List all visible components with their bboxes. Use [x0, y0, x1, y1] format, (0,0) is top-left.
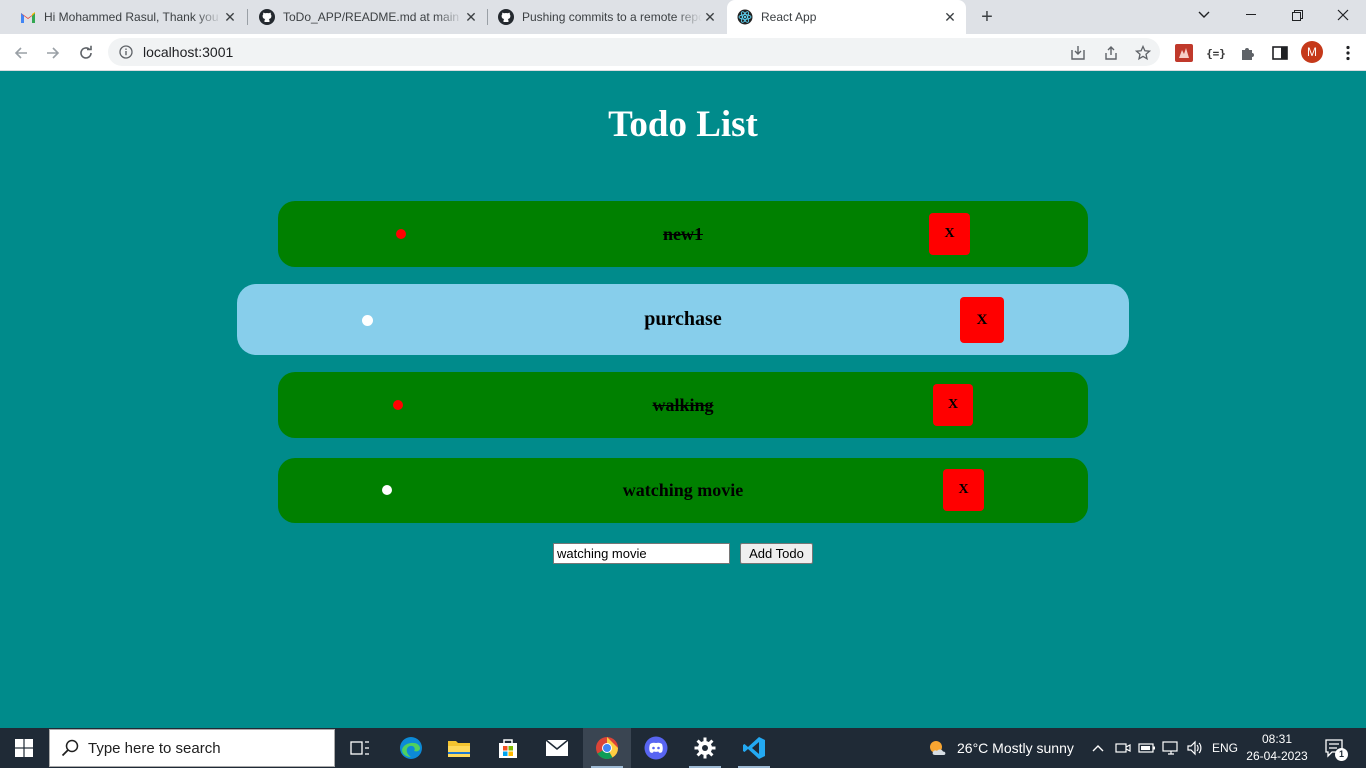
tab-github-readme[interactable]: ToDo_APP/README.md at main · ✕ [239, 0, 487, 34]
new-todo-input[interactable] [553, 543, 730, 564]
new-tab-button[interactable]: + [976, 7, 998, 27]
tab-title: Hi Mohammed Rasul, Thank you for [44, 10, 222, 24]
file-explorer-icon[interactable] [435, 728, 483, 768]
weather-text[interactable]: 26°C Mostly sunny [957, 740, 1074, 756]
gmail-icon [20, 9, 36, 25]
bookmark-star-icon[interactable] [1134, 44, 1152, 62]
chrome-icon[interactable] [583, 728, 631, 768]
delete-todo-button[interactable]: X [960, 297, 1004, 343]
notification-count-badge: 1 [1335, 748, 1348, 761]
meet-now-icon[interactable] [1113, 738, 1133, 758]
extension-flame-icon[interactable] [1174, 43, 1194, 63]
tab-gmail[interactable]: Hi Mohammed Rasul, Thank you for ✕ [0, 0, 246, 34]
tab-close-icon[interactable]: ✕ [702, 9, 718, 25]
tab-react-app[interactable]: React App ✕ [727, 0, 966, 34]
task-view-icon[interactable] [336, 728, 384, 768]
site-info-icon[interactable] [119, 45, 133, 59]
network-icon[interactable] [1161, 738, 1181, 758]
browser-tab-strip: Hi Mohammed Rasul, Thank you for ✕ ToDo_… [0, 0, 1366, 34]
notifications-icon[interactable]: 1 [1322, 738, 1348, 761]
todo-item[interactable]: walking X [278, 372, 1088, 438]
add-todo-form: Add Todo [553, 543, 813, 564]
add-todo-button[interactable]: Add Todo [740, 543, 813, 564]
back-arrow-icon[interactable] [8, 40, 34, 66]
delete-todo-button[interactable]: X [929, 213, 970, 255]
chrome-menu-icon[interactable] [1338, 43, 1358, 63]
weather-partly-sunny-icon[interactable] [927, 738, 949, 758]
tab-title: ToDo_APP/README.md at main · [283, 10, 463, 24]
json-viewer-extension-icon[interactable]: {=} [1206, 43, 1226, 63]
github-icon [498, 9, 514, 25]
search-icon [61, 739, 79, 757]
tab-close-icon[interactable]: ✕ [942, 9, 958, 25]
volume-icon[interactable] [1185, 738, 1205, 758]
url-text: localhost:3001 [143, 44, 234, 60]
share-icon[interactable] [1102, 44, 1120, 62]
windows-taskbar: Type here to search 26°C Mostly sunny EN… [0, 728, 1366, 768]
forward-arrow-icon[interactable] [40, 40, 66, 66]
microsoft-store-icon[interactable] [484, 728, 532, 768]
reload-icon[interactable] [73, 40, 99, 66]
taskbar-search-box[interactable]: Type here to search [49, 729, 335, 767]
github-icon [259, 9, 275, 25]
address-bar[interactable]: localhost:3001 [108, 38, 1160, 66]
todo-item[interactable]: watching movie X [278, 458, 1088, 523]
todo-item[interactable]: purchase X [237, 284, 1129, 355]
tab-search-chevron-icon[interactable] [1181, 0, 1227, 30]
discord-icon[interactable] [632, 728, 680, 768]
show-hidden-icons-chevron-icon[interactable] [1088, 738, 1108, 758]
window-close-icon[interactable] [1320, 0, 1366, 30]
tab-close-icon[interactable]: ✕ [222, 9, 238, 25]
search-placeholder: Type here to search [88, 739, 221, 757]
input-language[interactable]: ENG [1212, 741, 1238, 755]
delete-todo-button[interactable]: X [933, 384, 973, 426]
clock-time: 08:31 [1261, 732, 1293, 746]
tab-title: React App [761, 10, 817, 24]
settings-gear-icon[interactable] [681, 728, 729, 768]
todo-app-page: Todo List new1 X purchase X walking X wa… [0, 71, 1366, 728]
profile-avatar[interactable]: M [1301, 41, 1323, 63]
todo-item[interactable]: new1 X [278, 201, 1088, 267]
page-title: Todo List [608, 104, 758, 145]
battery-icon[interactable] [1137, 738, 1157, 758]
tab-github-pushing[interactable]: Pushing commits to a remote repository ✕ [478, 0, 726, 34]
taskbar-clock[interactable]: 08:31 26-04-2023 [1240, 731, 1314, 765]
extensions-puzzle-icon[interactable] [1238, 43, 1258, 63]
install-app-icon[interactable] [1069, 44, 1087, 62]
delete-todo-button[interactable]: X [943, 469, 984, 511]
restore-icon[interactable] [1274, 0, 1320, 30]
clock-date: 26-04-2023 [1246, 749, 1308, 763]
react-icon [737, 9, 753, 25]
side-panel-icon[interactable] [1270, 43, 1290, 63]
tab-close-icon[interactable]: ✕ [463, 9, 479, 25]
browser-toolbar: localhost:3001 {=} M [0, 34, 1366, 71]
mail-icon[interactable] [533, 728, 581, 768]
minimize-icon[interactable] [1228, 0, 1274, 30]
edge-browser-icon[interactable] [387, 728, 435, 768]
tab-title: Pushing commits to a remote repository [522, 10, 702, 24]
windows-start-icon[interactable] [0, 728, 48, 768]
vscode-icon[interactable] [730, 728, 778, 768]
